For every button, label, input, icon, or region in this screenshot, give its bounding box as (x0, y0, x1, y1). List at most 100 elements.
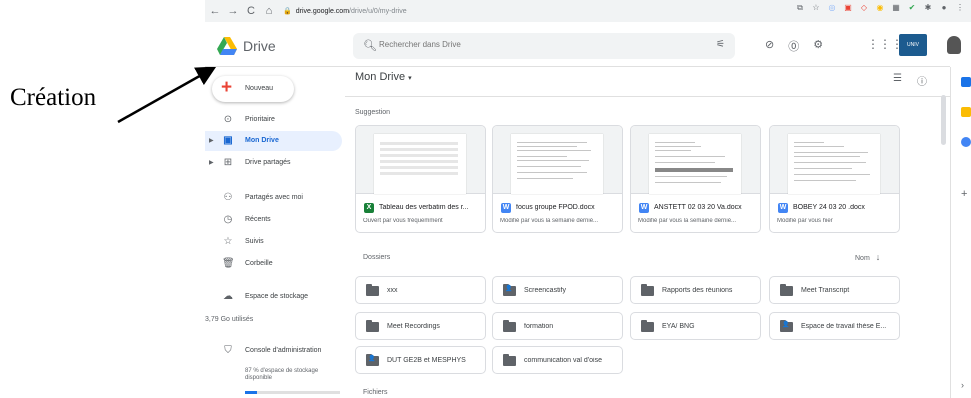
sort-label: Nom (855, 255, 870, 262)
menu-icon[interactable]: ⋮ (955, 3, 965, 13)
folder-item[interactable]: DUT GE2B et MESPHYS (355, 346, 486, 374)
sidebar-item-label: Suivis (245, 238, 264, 245)
annotation-label: Création (10, 84, 97, 111)
avatar[interactable] (947, 36, 961, 54)
folder-item[interactable]: Meet Transcript (769, 276, 900, 304)
sidebar-item-shared-with-me[interactable]: ⚇ Partagés avec moi (205, 188, 342, 208)
organization-logo[interactable]: UNIV (899, 34, 927, 56)
tasks-icon[interactable] (961, 137, 971, 147)
folder-item[interactable]: Meet Recordings (355, 312, 486, 340)
folder-item[interactable]: Screencastify (492, 276, 623, 304)
folder-name: Meet Recordings (387, 323, 440, 330)
folder-item[interactable]: Espace de travail thèse E... (769, 312, 900, 340)
sidebar-item-label: Récents (245, 216, 271, 223)
view-controls: ☰ ⓘ (893, 73, 927, 88)
sidebar-item-priority[interactable]: ⊙ Prioritaire (205, 110, 342, 130)
sidebar-item-storage[interactable]: ☁ Espace de stockage (205, 287, 342, 307)
sidebar-item-shared-drives[interactable]: ▶ ⊞ Drive partagés (205, 153, 342, 173)
folder-icon (641, 320, 654, 332)
page-title[interactable]: Mon Drive ▾ (355, 71, 412, 83)
scrollbar[interactable] (941, 95, 946, 145)
extension-icon[interactable]: ✔ (907, 3, 917, 13)
extension-icons: ⧉ ☆ ◎ ▣ ◇ ◉ ▦ ✔ ✱ ● ⋮ (795, 3, 965, 13)
plus-icon: + (221, 77, 233, 98)
add-addon-icon[interactable]: + (961, 189, 971, 200)
sidebar-item-label: Mon Drive (245, 137, 279, 144)
calendar-icon[interactable] (961, 77, 971, 87)
sidebar-item-my-drive[interactable]: ▶ ▣ Mon Drive (205, 131, 342, 151)
profile-icon[interactable]: ● (939, 3, 949, 13)
folder-icon (366, 320, 379, 332)
expand-caret-icon[interactable]: ▶ (209, 137, 214, 144)
extension-icon[interactable]: ◉ (875, 3, 885, 13)
search-options-icon[interactable]: ⚟ (716, 39, 725, 50)
header-icons: ⊘ ⓪ ⚙ (765, 38, 823, 54)
settings-gear-icon[interactable]: ⚙ (813, 38, 823, 54)
extension-icon[interactable]: ▣ (843, 3, 853, 13)
folder-item[interactable]: Rapports des réunions (630, 276, 761, 304)
sidebar-item-recent[interactable]: ◷ Récents (205, 210, 342, 230)
docs-file-icon: W (639, 203, 649, 213)
star-icon: ☆ (223, 236, 233, 247)
list-view-icon[interactable]: ☰ (893, 73, 902, 88)
folder-item[interactable]: communication val d'oise (492, 346, 623, 374)
folder-name: Rapports des réunions (662, 287, 733, 294)
sidebar-item-label: Corbeille (245, 260, 273, 267)
folders-heading: Dossiers (363, 254, 391, 261)
reload-icon[interactable]: C (243, 3, 259, 19)
cast-icon[interactable]: ⧉ (795, 3, 805, 13)
admin-icon: ⛉ (224, 345, 232, 356)
browser-toolbar: ← → C ⌂ 🔒 drive.google.com/drive/u/0/my-… (205, 0, 971, 22)
help-icon[interactable]: ⓪ (788, 38, 799, 54)
offline-icon[interactable]: ⊘ (765, 38, 774, 54)
clock-icon: ◷ (223, 214, 233, 225)
keep-icon[interactable] (961, 107, 971, 117)
chevron-right-icon[interactable]: › (961, 380, 971, 390)
sidebar-item-admin-console[interactable]: ⛉ Console d'administration (205, 341, 342, 361)
file-name: BOBEY 24 03 20 .docx (793, 204, 865, 211)
sidebar-item-label: Espace de stockage (245, 293, 309, 300)
address-bar[interactable]: 🔒 drive.google.com/drive/u/0/my-drive (283, 3, 423, 19)
shared-folder-icon (503, 284, 516, 296)
extension-icon[interactable]: ✱ (923, 3, 933, 13)
apps-grid-icon[interactable]: ⋮⋮⋮ (867, 37, 903, 51)
suggestion-card[interactable]: W BOBEY 24 03 20 .docx Modifié par vous … (769, 125, 900, 233)
drive-logo-icon[interactable] (217, 37, 237, 55)
header-divider (205, 66, 950, 67)
extension-icon[interactable]: ◇ (859, 3, 869, 13)
search-input[interactable] (379, 40, 679, 49)
expand-caret-icon[interactable]: ▶ (209, 159, 214, 166)
folder-item[interactable]: formation (492, 312, 623, 340)
folder-icon (503, 354, 516, 366)
suggestion-card[interactable]: X Tableau des verbatim des r... Ouvert p… (355, 125, 486, 233)
home-icon[interactable]: ⌂ (261, 3, 277, 19)
extension-icon[interactable]: ▦ (891, 3, 901, 13)
search-icon[interactable]: 🔍︎ (363, 39, 377, 52)
folder-icon (366, 284, 379, 296)
bookmark-star-icon[interactable]: ☆ (811, 3, 821, 13)
search-box[interactable]: 🔍︎ ⚟ (353, 33, 735, 59)
suggestion-card[interactable]: W focus groupe FPOD.docx Modifié par vou… (492, 125, 623, 233)
folder-name: formation (524, 323, 554, 330)
file-name: ANSTETT 02 03 20 Va.docx (654, 204, 742, 211)
sidebar-item-label: Partagés avec moi (245, 194, 303, 201)
info-icon[interactable]: ⓘ (917, 73, 927, 88)
sidebar-item-label: Console d'administration (245, 347, 322, 354)
folder-icon (780, 284, 793, 296)
file-thumbnail (770, 126, 899, 194)
extension-icon[interactable]: ◎ (827, 3, 837, 13)
suggestion-card[interactable]: W ANSTETT 02 03 20 Va.docx Modifié par v… (630, 125, 761, 233)
sort-control[interactable]: Nom ↓ (855, 252, 880, 262)
forward-icon[interactable]: → (225, 3, 241, 19)
sidebar-item-starred[interactable]: ☆ Suivis (205, 232, 342, 252)
folder-item[interactable]: xxx (355, 276, 486, 304)
thumbnail-page (374, 134, 466, 194)
file-thumbnail (356, 126, 485, 194)
new-button-label: Nouveau (245, 85, 274, 92)
sidebar-item-trash[interactable]: 🗑︎ Corbeille (205, 254, 342, 274)
new-button[interactable]: + Nouveau (212, 76, 294, 102)
folder-item[interactable]: EYA/ BNG (630, 312, 761, 340)
chevron-down-icon: ▾ (408, 75, 412, 82)
folder-name: Espace de travail thèse E... (801, 323, 887, 330)
back-icon[interactable]: ← (207, 3, 223, 19)
